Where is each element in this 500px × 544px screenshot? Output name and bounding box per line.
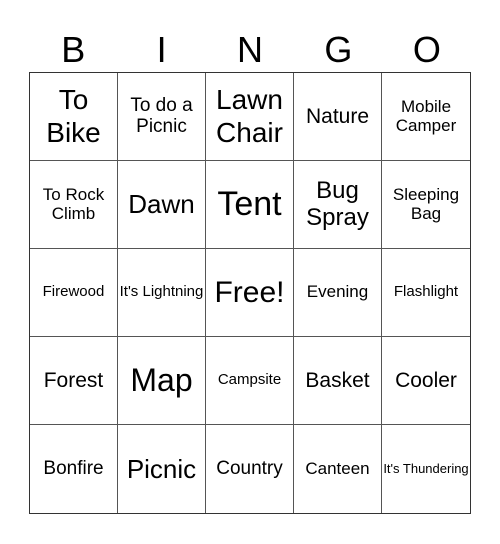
bingo-cell[interactable]: Bonfire (30, 425, 118, 513)
bingo-cell[interactable]: Cooler (382, 337, 470, 425)
bingo-cell[interactable]: Country (206, 425, 294, 513)
header-letter-i: I (156, 29, 167, 70)
header-letter-g: G (324, 29, 353, 70)
bingo-cell[interactable]: Picnic (118, 425, 206, 513)
bingo-cell[interactable]: Basket (294, 337, 382, 425)
bingo-cell[interactable]: Sleeping Bag (382, 161, 470, 249)
bingo-cell[interactable]: Nature (294, 73, 382, 161)
bingo-cell[interactable]: Evening (294, 249, 382, 337)
bingo-cell[interactable]: Mobile Camper (382, 73, 470, 161)
bingo-cell[interactable]: Canteen (294, 425, 382, 513)
header-letter-o: O (412, 29, 441, 70)
bingo-cell[interactable]: To do a Picnic (118, 73, 206, 161)
bingo-cell[interactable]: Dawn (118, 161, 206, 249)
bingo-cell[interactable]: Campsite (206, 337, 294, 425)
header-letter-b: B (61, 29, 86, 70)
bingo-cell[interactable]: To Bike (30, 73, 118, 161)
bingo-cell[interactable]: Flashlight (382, 249, 470, 337)
bingo-cell[interactable]: Lawn Chair (206, 73, 294, 161)
free-space[interactable]: Free! (206, 249, 294, 337)
bingo-cell[interactable]: Map (118, 337, 206, 425)
bingo-header: B I N G O (29, 28, 471, 72)
bingo-cell[interactable]: It's Lightning (118, 249, 206, 337)
bingo-cell[interactable]: Bug Spray (294, 161, 382, 249)
bingo-cell[interactable]: Firewood (30, 249, 118, 337)
bingo-cell[interactable]: Tent (206, 161, 294, 249)
bingo-grid: To Bike To do a Picnic Lawn Chair Nature… (29, 72, 471, 514)
bingo-cell[interactable]: It's Thundering (382, 425, 470, 513)
header-letter-n: N (237, 29, 264, 70)
bingo-cell[interactable]: Forest (30, 337, 118, 425)
bingo-cell[interactable]: To Rock Climb (30, 161, 118, 249)
